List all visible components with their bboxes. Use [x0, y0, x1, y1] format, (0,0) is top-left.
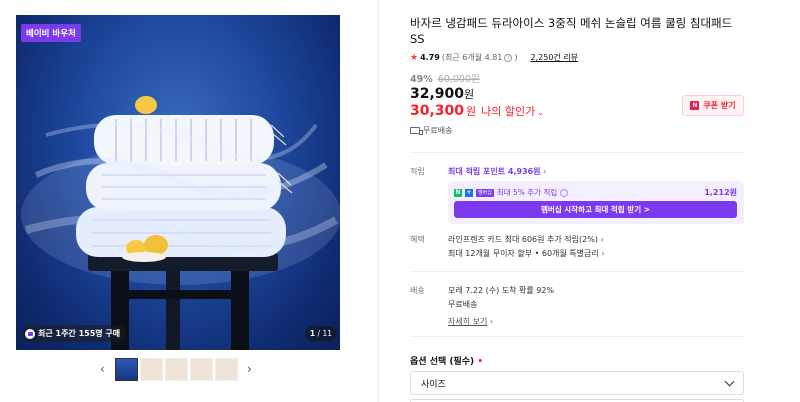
original-price: 60,000원: [437, 74, 480, 85]
sale-price-value: 32,900: [410, 86, 465, 102]
delivery-fee: 무료배송: [448, 300, 478, 309]
section-divider: [410, 152, 744, 153]
image-counter-total: / 11: [317, 329, 332, 338]
product-title: 바자르 냉감패드 듀라아이스 3중직 메쉬 논슬립 여름 쿨링 침대패드 SS: [410, 16, 733, 46]
thumbnail-prev-arrow-icon[interactable]: ‹: [100, 362, 105, 376]
arrival-estimate: 모레 7.22 (수) 도착 확률 92%: [448, 286, 555, 295]
review-count-link[interactable]: 2,250건 리뷰: [531, 52, 579, 63]
rating-detail-end: ): [514, 53, 518, 62]
free-shipping-note: 무료배송: [410, 125, 452, 136]
coupon-button[interactable]: N 쿠폰 받기: [682, 95, 744, 116]
column-divider: [378, 0, 379, 402]
baby-voucher-badge: 베이비 바우처: [21, 24, 81, 42]
chevron-down-icon: [724, 376, 735, 386]
size-select[interactable]: 사이즈: [410, 371, 744, 395]
card-benefit-link[interactable]: 라인프렌즈 카드 최대 606원 추가 적립(2%) ›: [448, 234, 604, 245]
naver-logo-icon: N: [454, 188, 462, 197]
card-benefit-text: 라인프렌즈 카드 최대 606원 추가 적립(2%): [448, 235, 598, 244]
naver-n-icon: N: [690, 101, 700, 110]
weekly-purchase-text: 최근 1주간 155명 구매: [38, 329, 121, 338]
thumbnail-next-arrow-icon[interactable]: ›: [247, 362, 252, 376]
discount-row: 49% 60,000원: [410, 71, 480, 85]
max-points-text: 최대 적립 포인트 4,936원: [448, 167, 541, 176]
info-icon[interactable]: [560, 188, 569, 197]
truck-icon: [410, 127, 423, 135]
thumbnail-2[interactable]: [140, 358, 163, 381]
chevron-right-icon: ›: [600, 235, 604, 244]
membership-badge: 멤버십: [476, 188, 494, 197]
image-counter-current: 1: [309, 329, 316, 338]
membership-start-button[interactable]: 멤버십 시작하고 최대 적립 받기 >: [454, 201, 737, 218]
my-discount-price-value: 30,300: [410, 103, 465, 119]
discount-rate: 49%: [410, 74, 433, 85]
info-icon[interactable]: i: [504, 53, 513, 62]
membership-text: 최대 5% 추가 적립: [496, 188, 558, 197]
thumbnail-strip: ‹ ›: [100, 358, 260, 384]
membership-amount: 1,212원: [704, 188, 737, 197]
chevron-right-icon: ›: [601, 249, 605, 258]
thumbnail-5[interactable]: [215, 358, 238, 381]
chevron-down-icon: ⌄: [537, 108, 544, 117]
free-shipping-text: 무료배송: [423, 126, 453, 135]
option-select-label: 옵션 선택 (필수) •: [410, 354, 483, 367]
section-divider: [410, 271, 744, 272]
thumbnail-4[interactable]: [190, 358, 213, 381]
rating-score: 4.79: [420, 53, 440, 62]
installment-link[interactable]: 최대 12개월 무이자 할부 • 60개월 특별금리 ›: [448, 248, 605, 259]
image-counter: 1 / 11: [304, 326, 337, 341]
delivery-details-link[interactable]: 자세히 보기 ›: [448, 316, 493, 327]
points-label: 적립: [410, 167, 425, 176]
plus-icon: +: [465, 188, 473, 197]
sale-price-unit: 원: [464, 88, 475, 101]
max-points-link[interactable]: 최대 적립 포인트 4,936원 ›: [448, 166, 546, 177]
installment-text: 최대 12개월 무이자 할부 • 60개월 특별금리: [448, 249, 599, 258]
membership-row: N + 멤버십 최대 5% 추가 적립: [454, 187, 569, 198]
thumbnail-1[interactable]: [115, 358, 138, 381]
thumbnail-3[interactable]: [165, 358, 188, 381]
rating-row: ★ 4.79 (최근 6개월 4.81 i ) 2,250건 리뷰: [410, 52, 578, 63]
membership-box: N + 멤버십 최대 5% 추가 적립 1,212원 멤버십 시작하고 최대 적…: [448, 181, 744, 224]
sale-price: 32,900원: [410, 86, 474, 102]
section-divider: [410, 336, 744, 337]
product-photo-illustration: [21, 96, 340, 350]
rating-detail: (최근 6개월 4.81: [441, 53, 503, 62]
option-select-label-text: 옵션 선택 (필수): [410, 357, 475, 367]
star-icon: ★: [410, 52, 419, 63]
shopping-bag-icon: [25, 328, 35, 339]
weekly-purchase-badge: 최근 1주간 155명 구매: [22, 325, 127, 342]
delivery-label: 배송: [410, 286, 425, 295]
my-discount-price[interactable]: 30,300 원 나의 할인가 ⌄: [410, 103, 544, 119]
my-discount-price-unit: 원: [466, 105, 477, 118]
chevron-right-icon: ›: [489, 317, 494, 326]
coupon-button-label: 쿠폰 받기: [703, 101, 736, 110]
required-mark: •: [477, 357, 484, 367]
delivery-details-text: 자세히 보기: [448, 317, 488, 326]
my-discount-label: 나의 할인가: [481, 105, 536, 118]
size-select-value: 사이즈: [421, 379, 446, 390]
product-main-image[interactable]: 베이비 바우처 최근 1주간 155명 구매 1 / 11: [16, 15, 340, 350]
chevron-right-icon: ›: [543, 167, 547, 176]
benefits-label: 혜택: [410, 235, 425, 244]
